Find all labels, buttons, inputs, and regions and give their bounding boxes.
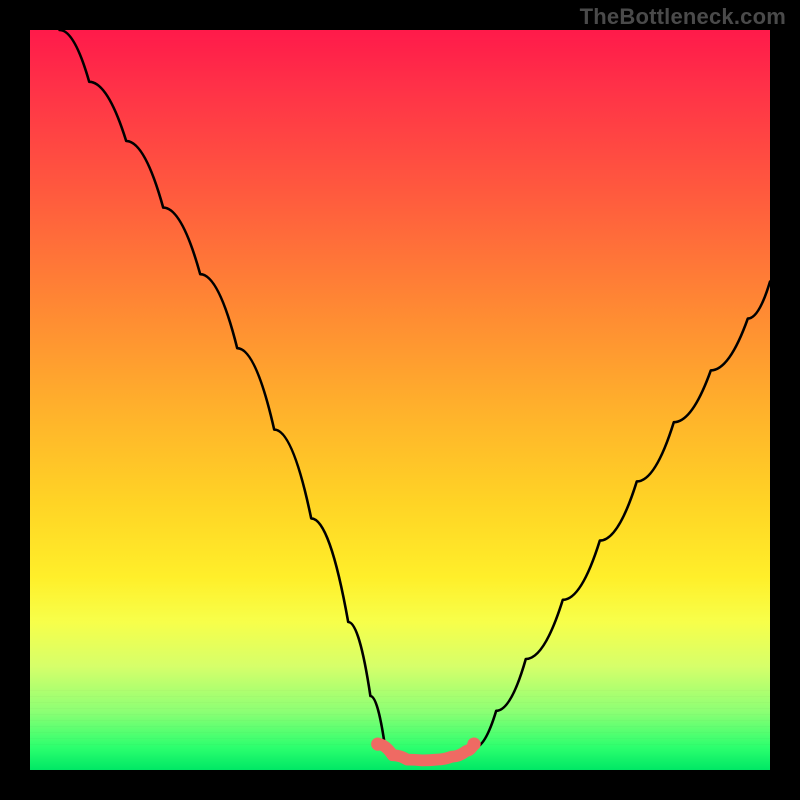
watermark-text: TheBottleneck.com (580, 4, 786, 30)
valley-floor-curve (378, 744, 474, 760)
valley-left-dot-icon (371, 737, 384, 750)
curve-layer (30, 30, 770, 770)
right-branch-curve (474, 282, 770, 748)
left-branch-curve (60, 30, 386, 748)
chart-frame: TheBottleneck.com (0, 0, 800, 800)
valley-right-dot-icon (467, 737, 480, 750)
plot-area (30, 30, 770, 770)
